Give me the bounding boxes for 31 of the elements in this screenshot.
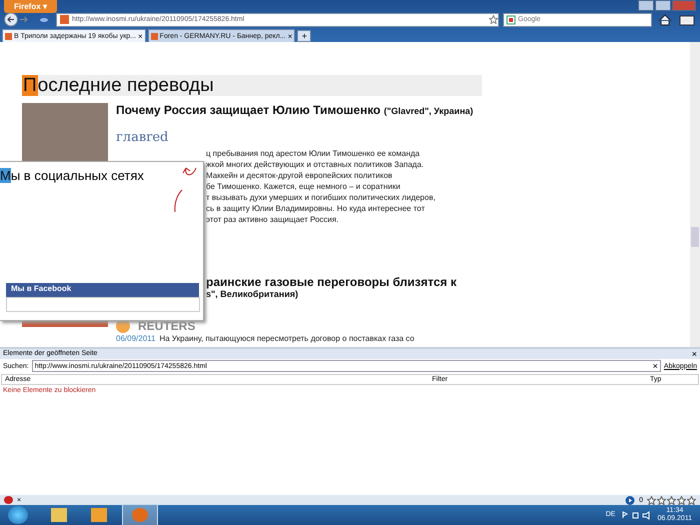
star-rating[interactable] [647,496,696,504]
start-button[interactable] [8,506,28,524]
popup-title: Мы в социальных сетях [0,168,145,183]
site-icon [5,32,12,40]
globe-icon[interactable] [36,12,52,26]
star-icon[interactable] [489,15,498,24]
source-logo: REUTERS [138,319,196,333]
panel-close-button[interactable]: × [692,350,697,358]
site-icon [150,32,158,40]
article-text: т вызывать духи умерших и погибших политических лидеров, [206,192,436,203]
site-icon [60,15,69,24]
article-text: ц пребывания под арестом Юлии Тимошенко ее команда [206,148,421,159]
article-title[interactable]: раинские газовые переговоры близятся к s", Великобритания) [206,275,486,300]
toolbar-icon[interactable] [678,12,696,26]
source-logo: главred [116,130,170,145]
scrollbar[interactable] [690,42,700,347]
article-text: этот раз активно защищает Россия. [206,214,340,225]
article-text: сь в защиту Юлии Владимировны. Но куда интереснее тот [206,203,426,214]
article-text: 06/09/2011 На Украину, пытающуюся пересмотреть договор о поставках газа со [116,333,416,344]
stop-sign-icon[interactable] [4,496,13,504]
article-text: жкой многих действующих и отставных политиков Запада. [206,159,425,170]
tray-icons[interactable] [621,510,652,520]
article-title[interactable]: Почему Россия защищает Юлию Тимошенко ("Glavred", Украина) [116,103,482,118]
new-tab-button[interactable]: + [297,30,312,42]
home-icon[interactable] [656,12,674,26]
article-text: Маккейн и десяток-другой европейских политиков [206,170,394,181]
article-text: бе Тимошенко. Кажется, еще немного – и соратники [206,181,402,192]
facebook-bar: Мы в Facebook [6,283,199,297]
taskbar-button[interactable] [122,504,158,525]
play-icon[interactable] [625,496,636,504]
section-heading: Последние переводы [22,75,482,96]
